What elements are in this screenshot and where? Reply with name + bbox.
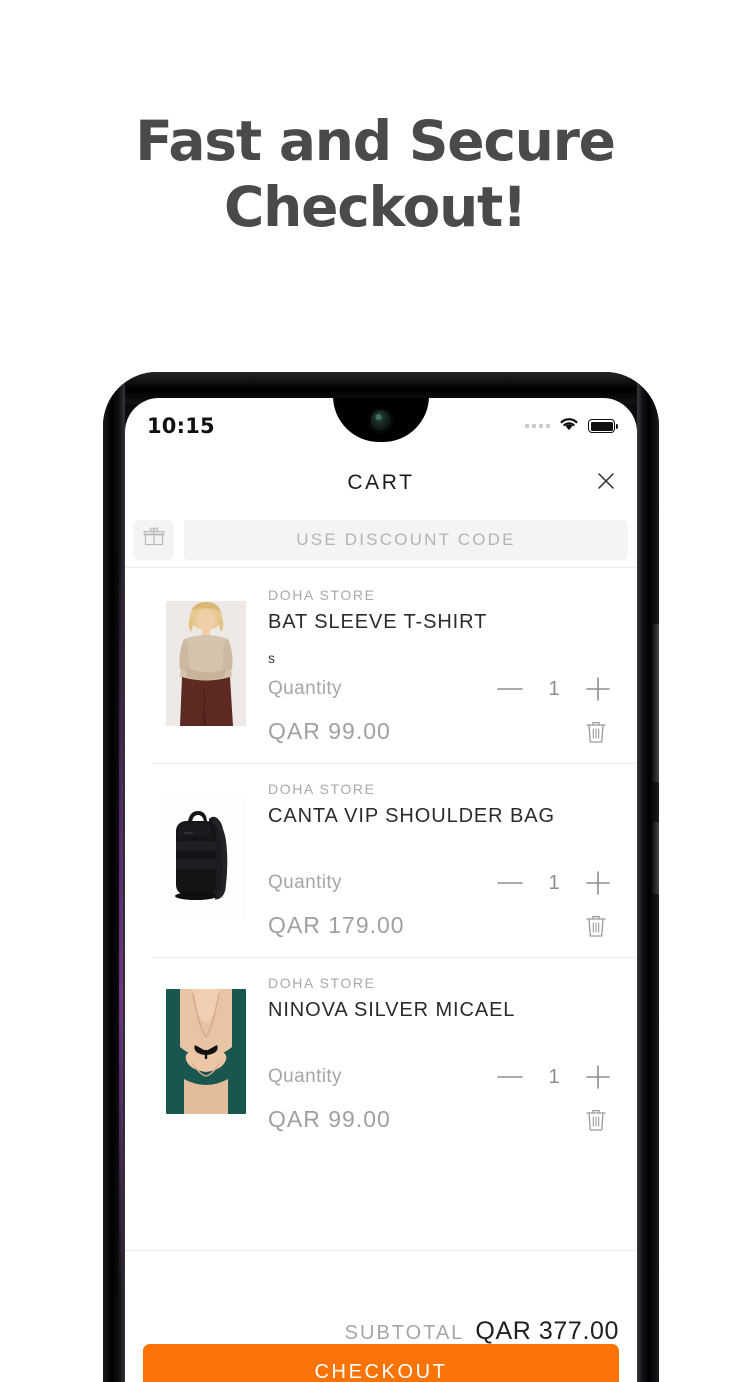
cart-item-info: DOHA STORE NINOVA SILVER MICAEL Quantity… (268, 973, 637, 1151)
item-store-name: DOHA STORE (268, 587, 619, 603)
discount-code-placeholder: USE DISCOUNT CODE (296, 530, 515, 550)
quantity-label: Quantity (268, 872, 489, 894)
cart-item[interactable]: DOHA STORE CANTA VIP SHOULDER BAG Quanti… (125, 763, 637, 957)
discount-code-input[interactable]: USE DISCOUNT CODE (184, 520, 628, 560)
promo-headline: Fast and Secure Checkout! (0, 108, 750, 240)
quantity-stepper: Quantity 1 (268, 676, 619, 702)
cart-item[interactable]: DOHA STORE NINOVA SILVER MICAEL Quantity… (125, 957, 637, 1151)
item-variant: s (268, 650, 619, 666)
item-store-name: DOHA STORE (268, 975, 619, 991)
cart-footer: SUBTOTAL QAR 377.00 CHECKOUT (125, 1250, 637, 1382)
item-variant (268, 1038, 619, 1054)
item-product-name: BAT SLEEVE T-SHIRT (268, 611, 619, 634)
status-bar-time: 10:15 (147, 414, 215, 438)
item-price: QAR 99.00 (268, 1106, 575, 1133)
promo-headline-line-1: Fast and Secure (0, 108, 750, 174)
quantity-increase-button[interactable] (577, 870, 619, 896)
status-bar-icons (525, 416, 615, 436)
phone-bezel-highlight (119, 552, 123, 1292)
item-price: QAR 99.00 (268, 718, 575, 745)
quantity-label: Quantity (268, 678, 489, 700)
trash-icon (584, 719, 608, 745)
gift-button[interactable] (134, 520, 174, 560)
close-button[interactable] (589, 466, 623, 500)
quantity-value: 1 (531, 1066, 577, 1089)
quantity-stepper: Quantity 1 (268, 870, 619, 896)
item-store-name: DOHA STORE (268, 781, 619, 797)
discount-row: USE DISCOUNT CODE (125, 512, 637, 568)
app-header: CART (125, 454, 637, 512)
cart-item-price-row: QAR 99.00 (268, 1106, 619, 1133)
subtotal-row: SUBTOTAL QAR 377.00 (345, 1317, 619, 1346)
checkout-button[interactable]: CHECKOUT (143, 1344, 619, 1382)
quantity-value: 1 (531, 678, 577, 701)
remove-item-button[interactable] (575, 1107, 617, 1133)
product-thumbnail[interactable] (166, 989, 246, 1114)
quantity-increase-button[interactable] (577, 676, 619, 702)
quantity-decrease-button[interactable] (489, 877, 531, 889)
quantity-increase-button[interactable] (577, 1064, 619, 1090)
power-button[interactable] (652, 822, 659, 894)
volume-button[interactable] (652, 624, 659, 782)
item-product-name: NINOVA SILVER MICAEL (268, 999, 619, 1022)
checkout-button-label: CHECKOUT (314, 1361, 447, 1382)
item-product-name: CANTA VIP SHOULDER BAG (268, 805, 619, 828)
subtotal-value: QAR 377.00 (475, 1317, 619, 1346)
cart-item-info: DOHA STORE BAT SLEEVE T-SHIRT s Quantity… (268, 585, 637, 763)
item-variant (268, 844, 619, 860)
gift-icon (143, 526, 165, 553)
promo-headline-line-2: Checkout! (0, 174, 750, 240)
quantity-decrease-button[interactable] (489, 683, 531, 695)
item-price: QAR 179.00 (268, 912, 575, 939)
quantity-label: Quantity (268, 1066, 489, 1088)
cart-item-price-row: QAR 179.00 (268, 912, 619, 939)
phone-mockup: 10:15 CART (103, 372, 659, 1382)
trash-icon (584, 913, 608, 939)
quantity-decrease-button[interactable] (489, 1071, 531, 1083)
cart-item-info: DOHA STORE CANTA VIP SHOULDER BAG Quanti… (268, 779, 637, 957)
quantity-stepper: Quantity 1 (268, 1064, 619, 1090)
phone-screen: 10:15 CART (125, 398, 637, 1382)
remove-item-button[interactable] (575, 913, 617, 939)
cart-item-price-row: QAR 99.00 (268, 718, 619, 745)
wifi-icon (559, 416, 579, 436)
front-camera-icon (371, 410, 392, 431)
page-title: CART (347, 471, 414, 495)
quantity-value: 1 (531, 872, 577, 895)
product-thumbnail[interactable] (166, 601, 246, 726)
battery-full-icon (588, 419, 615, 433)
cart-item[interactable]: DOHA STORE BAT SLEEVE T-SHIRT s Quantity… (125, 569, 637, 763)
product-thumbnail[interactable] (166, 795, 246, 920)
remove-item-button[interactable] (575, 719, 617, 745)
trash-icon (584, 1107, 608, 1133)
signal-dots-icon (525, 424, 550, 428)
close-icon (596, 471, 616, 496)
